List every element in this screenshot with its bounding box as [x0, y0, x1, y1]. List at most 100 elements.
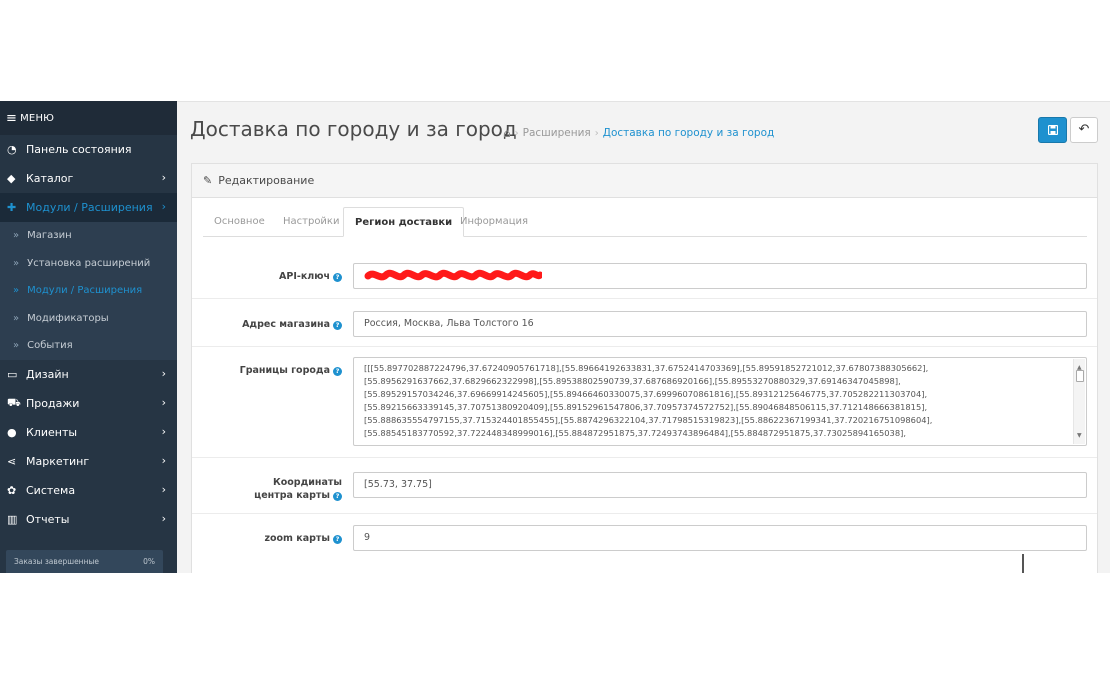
- panel-heading: ✎ Редактирование: [192, 164, 1097, 198]
- sidebar-item-extensions[interactable]: ✚ Модули / Расширения ›: [0, 193, 177, 222]
- tab-bar: Основное Настройки Регион доставки Инфор…: [203, 207, 1087, 237]
- chevron-right-icon: ›: [161, 424, 166, 438]
- sidebar-item-catalog[interactable]: ◆ Каталог ›: [0, 164, 177, 193]
- sidebar-item-label: Клиенты: [26, 425, 78, 439]
- sidebar-subitem-label: Модули / Расширения: [27, 285, 143, 297]
- bar-chart-icon: ▥: [7, 512, 18, 526]
- menu-label: МЕНЮ: [20, 112, 55, 124]
- double-chevron-icon: »: [13, 340, 20, 352]
- sidebar-item-design[interactable]: ▭ Дизайн ›: [0, 360, 177, 389]
- cart-icon: ⛟: [7, 395, 21, 409]
- sidebar-item-label: Система: [26, 483, 76, 497]
- tab-general[interactable]: Основное: [203, 207, 276, 237]
- sidebar-item-label: Продажи: [26, 396, 80, 410]
- sidebar-subitem-events[interactable]: » События: [0, 332, 177, 360]
- sidebar-subitem-label: Модификаторы: [27, 312, 109, 324]
- chevron-right-icon: ›: [161, 200, 166, 213]
- sidebar-subitem-extensions[interactable]: » Модули / Расширения: [0, 277, 177, 305]
- sidebar-subitem-label: События: [27, 340, 73, 352]
- api-key-input[interactable]: [353, 263, 1087, 289]
- form-row-map-center: Координаты центра карты? [55.73, 37.75]: [192, 458, 1097, 514]
- sidebar-subitem-store[interactable]: » Магазин: [0, 222, 177, 250]
- address-input[interactable]: Россия, Москва, Льва Толстого 16: [353, 311, 1087, 337]
- form-row-city-bounds: Границы города? [[[55.897702887224796,37…: [192, 347, 1097, 458]
- textarea-content: [[[55.897702887224796,37.67240905761718]…: [364, 362, 1066, 441]
- textarea-line: [55.89529157034246,37.69669914245605],[5…: [364, 389, 928, 400]
- puzzle-icon: ✚: [7, 201, 17, 214]
- user-icon: ●: [7, 425, 17, 439]
- chevron-right-icon: ›: [161, 171, 166, 184]
- tab-delivery-region[interactable]: Регион доставки: [343, 207, 465, 237]
- reply-icon: ↶: [1078, 122, 1090, 137]
- textarea-line: [55.8956291637662,37.6829662322998],[55.…: [364, 376, 901, 387]
- label-text: Границы города: [239, 365, 330, 376]
- sidebar-item-label: Маркетинг: [26, 454, 90, 468]
- save-button[interactable]: [1038, 117, 1067, 143]
- sidebar-item-label: Панель состояния: [26, 143, 132, 156]
- sidebar-subitem-modifications[interactable]: » Модификаторы: [0, 305, 177, 333]
- sidebar-item-system[interactable]: ✿ Система ›: [0, 476, 177, 505]
- sidebar-item-reports[interactable]: ▥ Отчеты ›: [0, 505, 177, 534]
- sidebar-item-label: Каталог: [26, 172, 74, 185]
- redaction-scribble: [364, 269, 542, 281]
- tab-info[interactable]: Информация: [449, 207, 539, 237]
- help-icon[interactable]: ?: [333, 367, 342, 376]
- field-label: Адрес магазина?: [242, 318, 342, 331]
- help-icon[interactable]: ?: [333, 273, 342, 282]
- label-text: API-ключ: [279, 271, 330, 282]
- textarea-line: [55.888635554797155,37.715324401855455],…: [364, 415, 933, 426]
- help-icon[interactable]: ?: [333, 492, 342, 501]
- city-bounds-textarea[interactable]: [[[55.897702887224796,37.67240905761718]…: [353, 357, 1087, 446]
- form-row-api-key: API-ключ?: [192, 251, 1097, 299]
- breadcrumb-separator: ›: [514, 127, 519, 139]
- sidebar-item-dashboard[interactable]: ◔ Панель состояния: [0, 135, 177, 164]
- breadcrumb-separator: ›: [594, 127, 599, 139]
- textarea-line: [55.89215663339145,37.70751380920409],[5…: [364, 402, 928, 413]
- sidebar-item-label: Дизайн: [26, 367, 69, 381]
- orders-progress: Заказы завершенные 0%: [6, 550, 163, 573]
- page-title: Доставка по городу и за город: [190, 117, 517, 141]
- textarea-scrollbar[interactable]: ▲ ▼: [1073, 359, 1085, 444]
- field-label: Границы города?: [240, 364, 342, 377]
- double-chevron-icon: »: [13, 230, 20, 242]
- field-label: Координаты центра карты?: [232, 476, 342, 502]
- map-center-input[interactable]: [55.73, 37.75]: [353, 472, 1087, 498]
- zoom-input[interactable]: 9: [353, 525, 1087, 551]
- gear-icon: ✿: [7, 483, 17, 497]
- sidebar-item-sales[interactable]: ⛟ Продажи ›: [0, 389, 177, 418]
- app-window: ≡ МЕНЮ ◔ Панель состояния ◆ Каталог › ✚ …: [0, 101, 1110, 573]
- sidebar-subitem-installer[interactable]: » Установка расширений: [0, 250, 177, 278]
- floppy-disk-icon: [1048, 125, 1058, 135]
- textarea-line: [55.88545183770592,37.722448348999016],[…: [364, 428, 906, 439]
- chevron-right-icon: ›: [161, 453, 166, 467]
- field-label: API-ключ?: [279, 270, 342, 283]
- pencil-icon: ✎: [203, 174, 213, 187]
- main-content: Доставка по городу и за город ⌂ › Расшир…: [177, 101, 1110, 573]
- help-icon[interactable]: ?: [333, 321, 342, 330]
- breadcrumb: ⌂ › Расширения › Доставка по городу и за…: [503, 126, 774, 140]
- scrollbar-thumb[interactable]: [1076, 370, 1084, 382]
- sidebar-item-customers[interactable]: ● Клиенты ›: [0, 418, 177, 447]
- textarea-line: [[[55.897702887224796,37.67240905761718]…: [364, 363, 929, 373]
- home-icon[interactable]: ⌂: [503, 126, 511, 140]
- share-icon: ⋖: [7, 454, 17, 468]
- label-text: Адрес магазина: [242, 319, 330, 330]
- help-icon[interactable]: ?: [333, 535, 342, 544]
- chevron-right-icon: ›: [161, 482, 166, 496]
- sidebar-item-marketing[interactable]: ⋖ Маркетинг ›: [0, 447, 177, 476]
- sidebar-subitem-label: Магазин: [27, 230, 72, 242]
- breadcrumb-item-extensions[interactable]: Расширения: [523, 127, 591, 139]
- scroll-down-icon[interactable]: ▼: [1077, 429, 1082, 442]
- back-button[interactable]: ↶: [1070, 117, 1098, 143]
- chevron-right-icon: ›: [161, 366, 166, 380]
- breadcrumb-item-current[interactable]: Доставка по городу и за город: [603, 127, 775, 139]
- sidebar-item-label: Модули / Расширения: [26, 201, 153, 214]
- panel-title: Редактирование: [218, 174, 315, 187]
- tab-settings[interactable]: Настройки: [272, 207, 350, 237]
- menu-toggle[interactable]: ≡ МЕНЮ: [0, 101, 177, 135]
- field-label: zoom карты?: [264, 532, 342, 545]
- sidebar: ≡ МЕНЮ ◔ Панель состояния ◆ Каталог › ✚ …: [0, 101, 177, 573]
- sidebar-subitem-label: Установка расширений: [27, 257, 151, 269]
- tag-icon: ◆: [7, 172, 16, 185]
- double-chevron-icon: »: [13, 285, 20, 297]
